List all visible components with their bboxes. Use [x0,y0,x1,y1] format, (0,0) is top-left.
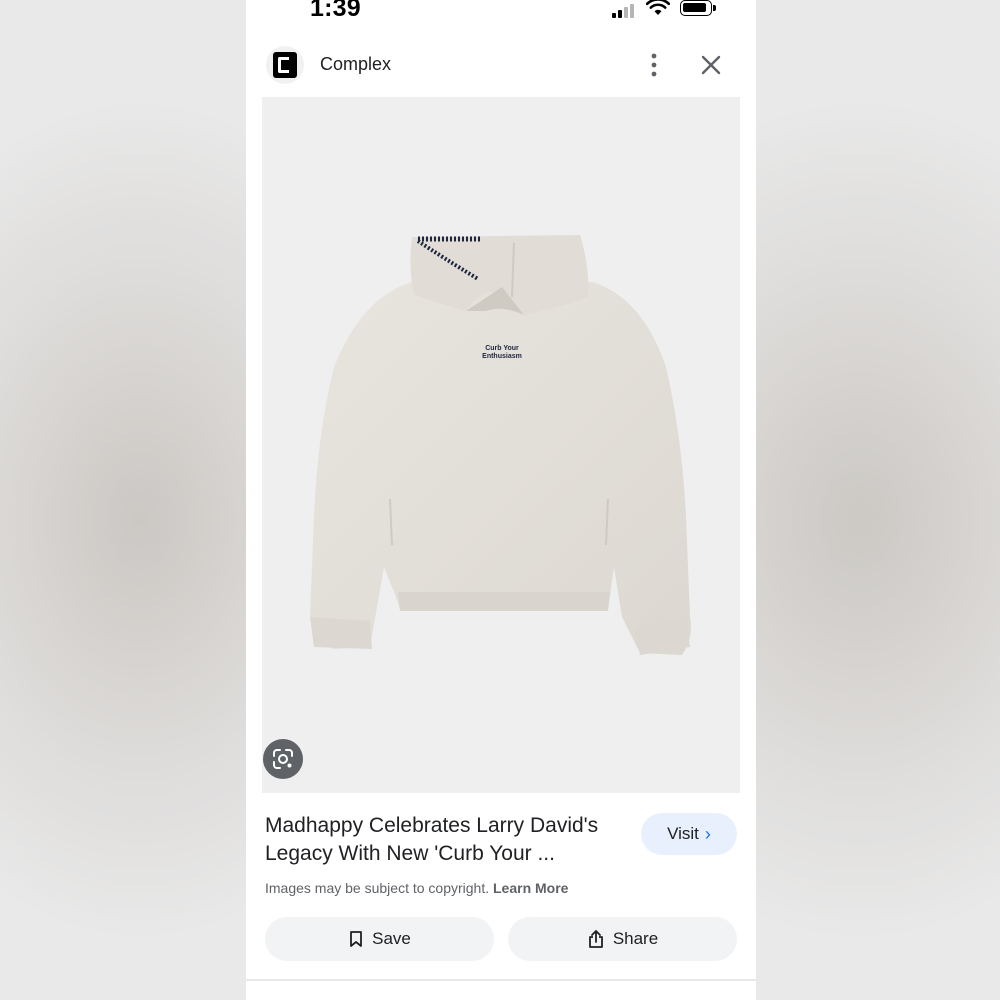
copyright-notice: Images may be subject to copyright. Lear… [265,880,568,896]
result-title[interactable]: Madhappy Celebrates Larry David's Legacy… [265,812,635,868]
share-icon [588,930,603,948]
save-label: Save [372,929,411,948]
complex-logo-icon[interactable] [266,46,304,84]
result-image[interactable]: Curb Your Enthusiasm [262,97,740,793]
lens-button[interactable] [263,739,303,779]
close-icon [701,55,721,75]
visit-label: Visit [667,824,699,843]
phone-screen: 1:39 Complex Curb Your Enthusiasm Madhap… [246,0,756,1000]
share-button[interactable]: Share [508,917,737,961]
copyright-text: Images may be subject to copyright. [265,880,490,896]
close-button[interactable] [698,52,724,78]
visit-button[interactable]: Visit › [641,813,737,855]
bookmark-icon [350,931,363,947]
status-time: 1:39 [310,0,361,22]
result-header: Complex [246,40,756,96]
wifi-icon [646,0,670,15]
more-options-button[interactable] [642,50,666,80]
save-button[interactable]: Save [265,917,494,961]
chest-print-line2: Enthusiasm [482,353,522,360]
cellular-signal-icon [612,2,638,18]
share-label: Share [612,929,659,948]
more-vert-icon [651,53,657,77]
status-bar: 1:39 [246,0,756,28]
chest-print-line1: Curb Your [485,345,519,352]
battery-icon [680,0,716,16]
bottom-divider [246,979,756,981]
chevron-right-icon: › [704,823,711,844]
learn-more-link[interactable]: Learn More [493,880,568,896]
site-name[interactable]: Complex [320,54,391,75]
lens-icon [273,749,293,769]
hoodie-image: Curb Your Enthusiasm [310,235,691,655]
